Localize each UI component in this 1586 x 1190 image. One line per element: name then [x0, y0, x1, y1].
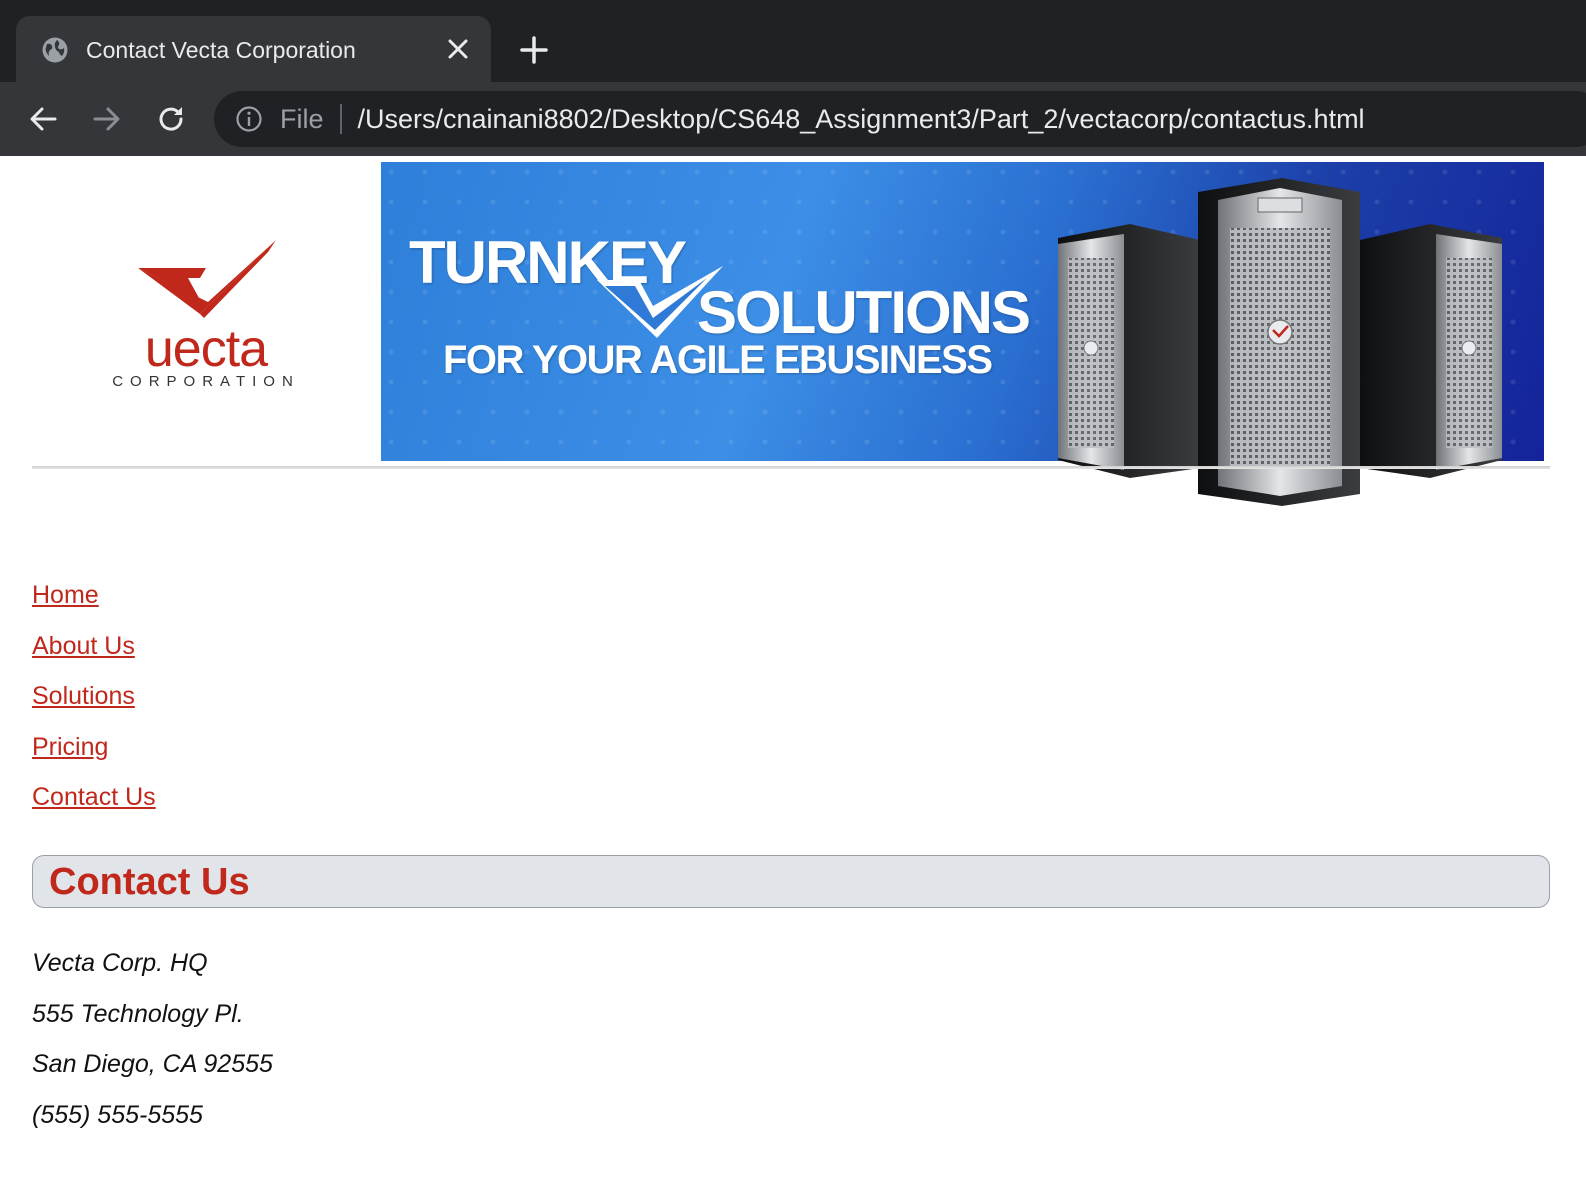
address-company: Vecta Corp. HQ [32, 949, 208, 977]
browser-tabstrip: Contact Vecta Corporation [0, 0, 1586, 84]
nav-link-about-us[interactable]: About Us [32, 629, 156, 680]
globe-icon [40, 35, 70, 65]
nav-link-contact-us[interactable]: Contact Us [32, 780, 156, 831]
url-scheme-label: File [280, 103, 324, 134]
logo-wordmark: uecta [145, 320, 268, 378]
info-icon[interactable] [234, 104, 264, 134]
header-divider [32, 466, 1550, 469]
address-bar[interactable]: File /Users/cnainani8802/Desktop/CS648_A… [214, 91, 1586, 147]
plus-icon[interactable] [516, 32, 552, 68]
contact-address: Vecta Corp. HQ 555 Technology Pl. San Di… [32, 946, 273, 1148]
page-content: uecta CORPORATION TURNKEY SOLUTIONS FOR … [0, 156, 1586, 1190]
address-city: San Diego, CA 92555 [32, 1050, 273, 1078]
main-nav: Home About Us Solutions Pricing Contact … [32, 578, 156, 831]
banner-line-3: FOR YOUR AGILE EBUSINESS [443, 338, 993, 382]
address-phone: (555) 555-5555 [32, 1100, 203, 1129]
nav-link-solutions[interactable]: Solutions [32, 679, 156, 730]
section-header-bar: Contact Us [32, 855, 1550, 908]
arrow-left-icon[interactable] [24, 100, 62, 138]
browser-tab[interactable]: Contact Vecta Corporation [16, 16, 491, 84]
page-title: Contact Us [49, 861, 250, 903]
nav-link-pricing[interactable]: Pricing [32, 730, 156, 781]
close-icon[interactable] [443, 34, 473, 64]
vecta-logo: uecta CORPORATION [96, 238, 318, 390]
arrow-right-icon[interactable] [88, 100, 126, 138]
url-divider [339, 104, 342, 134]
reload-icon[interactable] [152, 100, 190, 138]
logo-subtitle: CORPORATION [112, 373, 300, 388]
nav-link-home[interactable]: Home [32, 578, 156, 629]
banner-line-2: SOLUTIONS [697, 279, 1031, 346]
address-street: 555 Technology Pl. [32, 999, 244, 1028]
browser-toolbar: File /Users/cnainani8802/Desktop/CS648_A… [0, 82, 1586, 156]
tab-title: Contact Vecta Corporation [86, 36, 356, 63]
url-text[interactable]: /Users/cnainani8802/Desktop/CS648_Assign… [358, 104, 1365, 135]
